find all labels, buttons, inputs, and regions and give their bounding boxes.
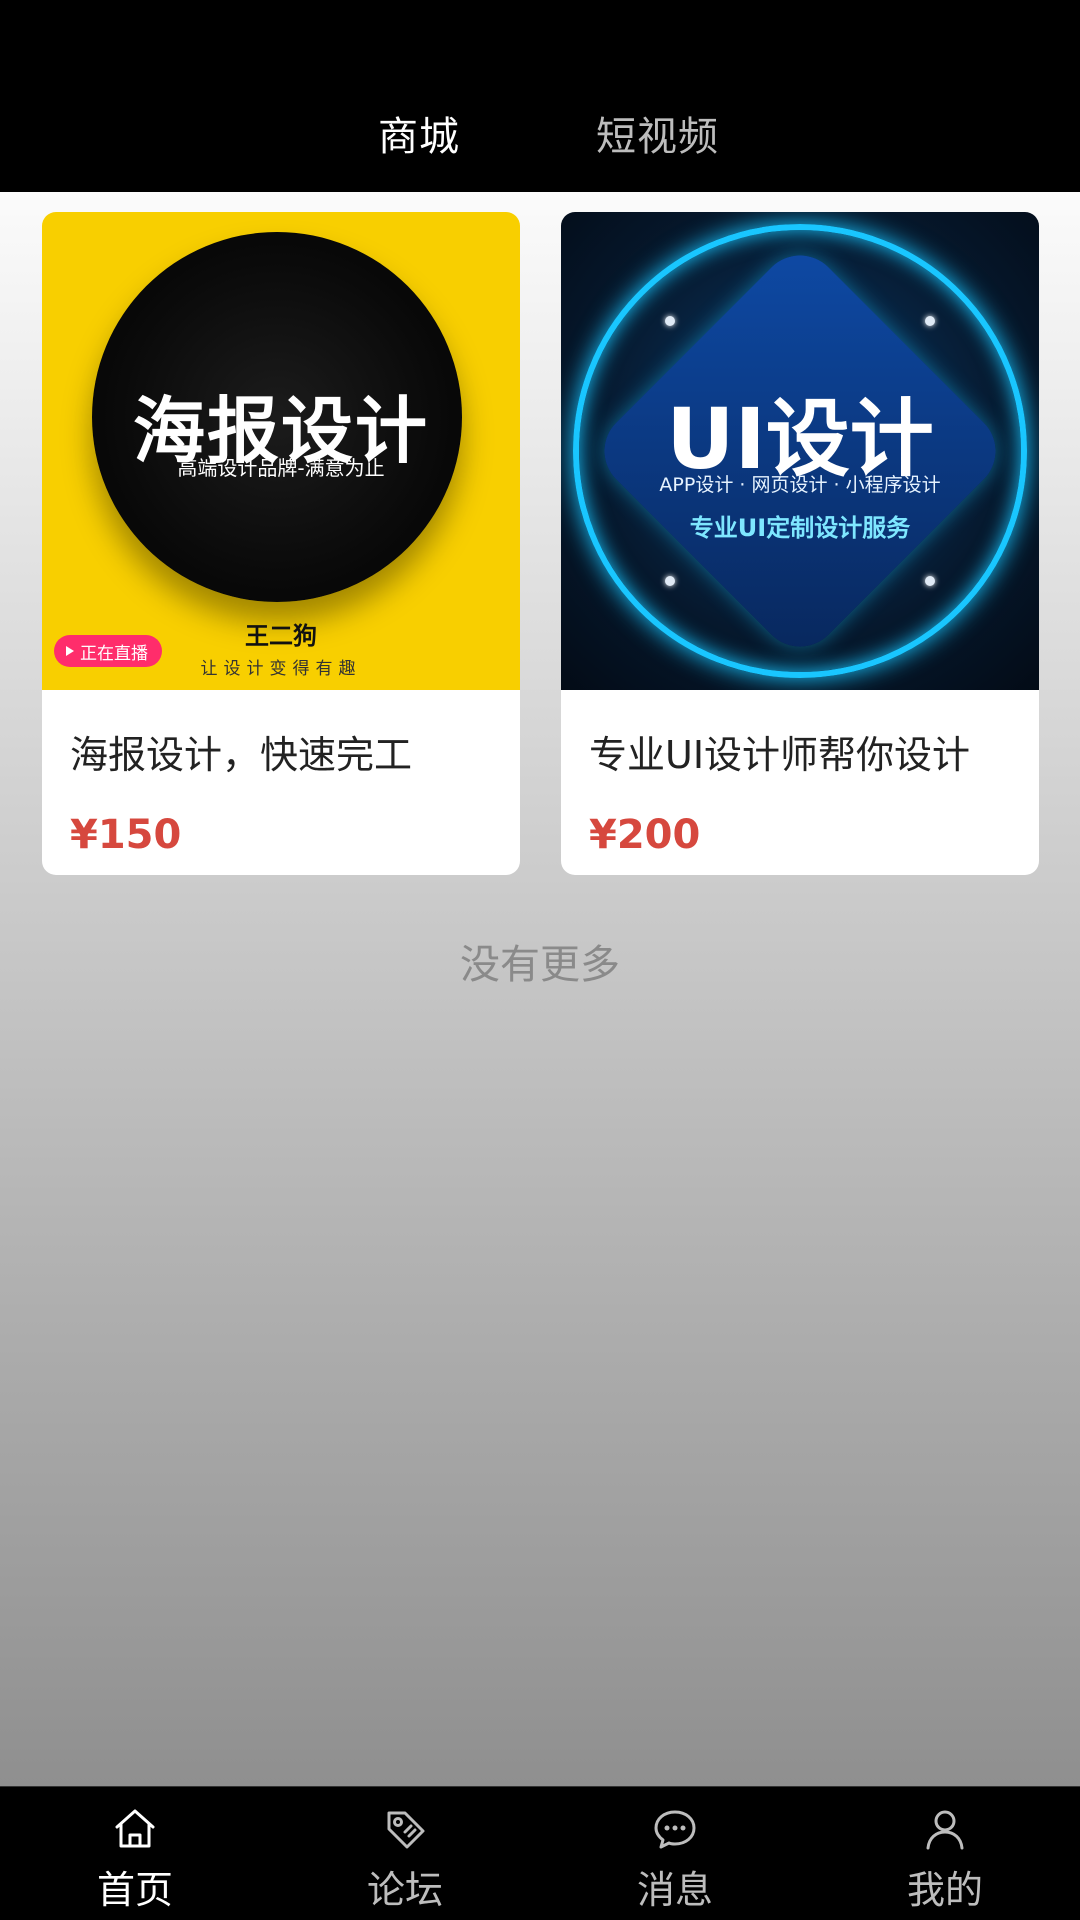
nav-label: 我的 [906, 1868, 983, 1912]
rivet-dot [925, 576, 935, 586]
poster-subline: 高端设计品牌-满意为止 [177, 456, 385, 480]
live-badge: 正在直播 [54, 635, 162, 667]
ui-design-artwork: UI设计 APP设计 · 网页设计 · 小程序设计 专业UI定制设计服务 [561, 212, 1039, 690]
ui-subline: APP设计 · 网页设计 · 小程序设计 [659, 474, 941, 496]
nav-item-home[interactable]: 首页 [0, 1787, 270, 1920]
nav-item-forum[interactable]: 论坛 [270, 1787, 540, 1920]
poster-artwork: 海报设计 高端设计品牌-满意为止 王二狗 让设计变得有趣 正在直播 [42, 212, 520, 690]
product-title: 海报设计，快速完工 [70, 733, 413, 777]
product-card-ui-design[interactable]: UI设计 APP设计 · 网页设计 · 小程序设计 专业UI定制设计服务 专业U… [561, 212, 1039, 875]
tag-icon [387, 1811, 425, 1849]
nav-label: 首页 [96, 1868, 173, 1912]
nav-label: 消息 [636, 1868, 713, 1912]
nav-item-messages[interactable]: 消息 [540, 1787, 810, 1920]
product-price: ¥150 [70, 812, 182, 858]
tab-mall[interactable]: 商城 [378, 104, 460, 162]
bottom-nav-bar: 首页 论坛 消息 我的 [0, 1786, 1080, 1920]
app-screen: 商城 短视频 海报设计 高端设计品牌-满意为止 王二狗 让设计变得有趣 正在直播 [0, 0, 1080, 1920]
product-feed: 海报设计 高端设计品牌-满意为止 王二狗 让设计变得有趣 正在直播 海报设计，快… [0, 192, 1080, 1786]
top-tab-bar: 商城 短视频 [0, 0, 1080, 192]
live-badge-label: 正在直播 [80, 643, 148, 664]
product-card-poster[interactable]: 海报设计 高端设计品牌-满意为止 王二狗 让设计变得有趣 正在直播 海报设计，快… [42, 212, 520, 875]
user-icon [926, 1810, 964, 1850]
play-icon [66, 646, 74, 656]
rivet-dot [665, 316, 675, 326]
chat-bubble-icon [654, 1810, 696, 1849]
list-end-text: 没有更多 [460, 942, 620, 988]
home-icon [115, 1809, 155, 1848]
tab-short-video[interactable]: 短视频 [596, 104, 719, 162]
product-price: ¥200 [589, 812, 701, 858]
nav-item-me[interactable]: 我的 [810, 1787, 1080, 1920]
product-title: 专业UI设计师帮你设计 [589, 733, 971, 777]
nav-label: 论坛 [366, 1868, 443, 1912]
rivet-dot [925, 316, 935, 326]
product-image[interactable]: 海报设计 高端设计品牌-满意为止 王二狗 让设计变得有趣 正在直播 [42, 212, 520, 690]
rivet-dot [665, 576, 675, 586]
product-image[interactable]: UI设计 APP设计 · 网页设计 · 小程序设计 专业UI定制设计服务 [561, 212, 1039, 690]
ui-subline-service: 专业UI定制设计服务 [689, 514, 911, 542]
